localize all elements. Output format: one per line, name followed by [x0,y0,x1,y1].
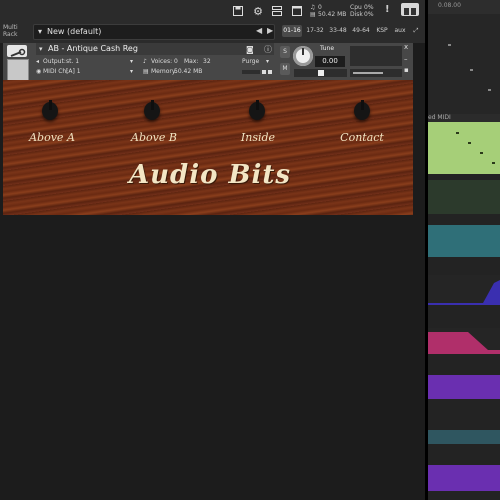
camera-icon[interactable]: ◙ [246,45,254,54]
midi-clip-purple-1[interactable] [428,375,500,399]
inside-label: Inside [240,131,276,144]
cpu-label: Cpu [350,4,362,11]
chevron-down-icon: ▾ [38,27,43,36]
inside-knob[interactable] [245,100,269,124]
output-label: Output: [43,58,66,65]
brand-logo: Audio Bits [128,160,292,190]
mute-button[interactable]: M [280,63,290,75]
max-voices-label: Max: [184,58,199,65]
chevron-down-icon: ▾ [39,45,43,53]
midi-channel-icon: ◉ [36,68,42,75]
midi-clip-purple-2[interactable] [428,465,500,491]
instrument-name: AB - Antique Cash Reg [48,44,138,53]
automation-lane-pink[interactable] [428,328,500,354]
voices-value: 0 [174,58,178,65]
tune-knob[interactable] [293,46,313,66]
rack-label: Multi Rack [3,24,18,38]
split-view-button[interactable] [401,3,419,16]
above-b-knob[interactable] [140,100,164,124]
next-preset-button[interactable]: ▶ [267,26,273,35]
clip-name: ed MIDI [428,114,451,121]
gear-icon[interactable]: ⚙ [251,4,265,18]
prev-preset-button[interactable]: ◀ [256,26,262,35]
tab-01-16[interactable]: 01-16 [282,25,302,37]
rack-view-icon[interactable] [270,4,284,18]
disk-label: Disk [350,11,363,18]
alert-icon[interactable]: ! [385,4,390,15]
volume-slider[interactable] [350,69,402,77]
tab-33-48[interactable]: 33-48 [328,25,348,37]
track-lane-teal[interactable] [428,430,500,444]
voices-icon: ♪ [143,58,147,65]
clip-header[interactable]: ed MIDI [428,114,500,122]
track-lane-2[interactable] [428,180,500,214]
tab-49-64[interactable]: 49-64 [351,25,371,37]
aux-icon[interactable]: ▪ [404,66,409,74]
voices-label: Voices: [151,58,173,65]
minimize-icon[interactable]: – [404,55,408,63]
memory-value: 50.42 MB [174,68,203,75]
max-voices-value[interactable]: 32 [203,58,211,65]
tune-label: Tune [320,45,335,52]
solo-button[interactable]: S [280,46,290,58]
instrument-header: ▾ AB - Antique Cash Reg ◙ ⓘ ◂ Output: st… [3,43,413,81]
output-icon: ◂ [36,58,40,65]
tab-aux[interactable]: aux [393,25,407,37]
midi-channel-label: MIDI Ch: [43,68,69,75]
memory-readout: 50.42 MB [318,11,347,18]
ruler-label: 0.08.00 [438,2,461,9]
automation-clip-teal[interactable] [428,225,500,257]
pan-slider[interactable] [294,69,347,77]
midi-channel-value[interactable]: [A] 1 [66,68,81,75]
disk-value: 0% [364,11,374,18]
instrument-name-bar[interactable]: ▾ AB - Antique Cash Reg ◙ ⓘ [36,43,274,55]
wrench-icon[interactable] [7,45,27,57]
save-icon[interactable] [231,4,245,18]
cpu-value: 0% [364,4,374,11]
midi-clip-green[interactable] [428,122,500,174]
purge-button[interactable]: Purge [242,58,259,65]
tab-ksp[interactable]: KSP [375,25,389,37]
purge-meter [242,70,272,74]
midi-icon: ♫ [310,4,316,11]
midi-notes-area[interactable] [428,14,500,114]
automation-lane-blue[interactable] [428,275,500,305]
kontakt-header: Multi Rack ▾ New (default) ◀ ▶ 01-16 17-… [0,0,425,43]
memory-icon: ▤ [310,11,316,18]
tab-17-32[interactable]: 17-32 [305,25,325,37]
midi-count: 0 [318,4,322,11]
output-chevron-icon[interactable]: ▾ [130,58,133,65]
above-a-label: Above A [29,131,75,144]
level-meter [350,46,402,66]
above-a-knob[interactable] [38,100,62,124]
info-icon[interactable]: ⓘ [264,44,272,55]
memory-icon: ▤ [143,68,149,75]
window-icon[interactable] [290,4,304,18]
expand-icon[interactable]: ⤢ [411,25,421,37]
tune-value[interactable]: 0.00 [315,56,345,67]
midi-channel-chevron-icon[interactable]: ▾ [130,68,133,75]
contact-label: Contact [340,131,384,144]
output-value[interactable]: st. 1 [66,58,79,65]
instrument-icon [7,59,29,81]
timeline-ruler[interactable]: 0.08.00 [428,0,500,14]
above-b-label: Above B [131,131,177,144]
preset-selector[interactable]: ▾ New (default) [33,24,275,40]
preset-name: New (default) [47,27,102,36]
purge-chevron-icon[interactable]: ▾ [266,58,269,65]
close-button[interactable]: x [404,43,408,51]
contact-knob[interactable] [350,100,374,124]
arrangement-view: 0.08.00 ed MIDI [428,0,500,500]
